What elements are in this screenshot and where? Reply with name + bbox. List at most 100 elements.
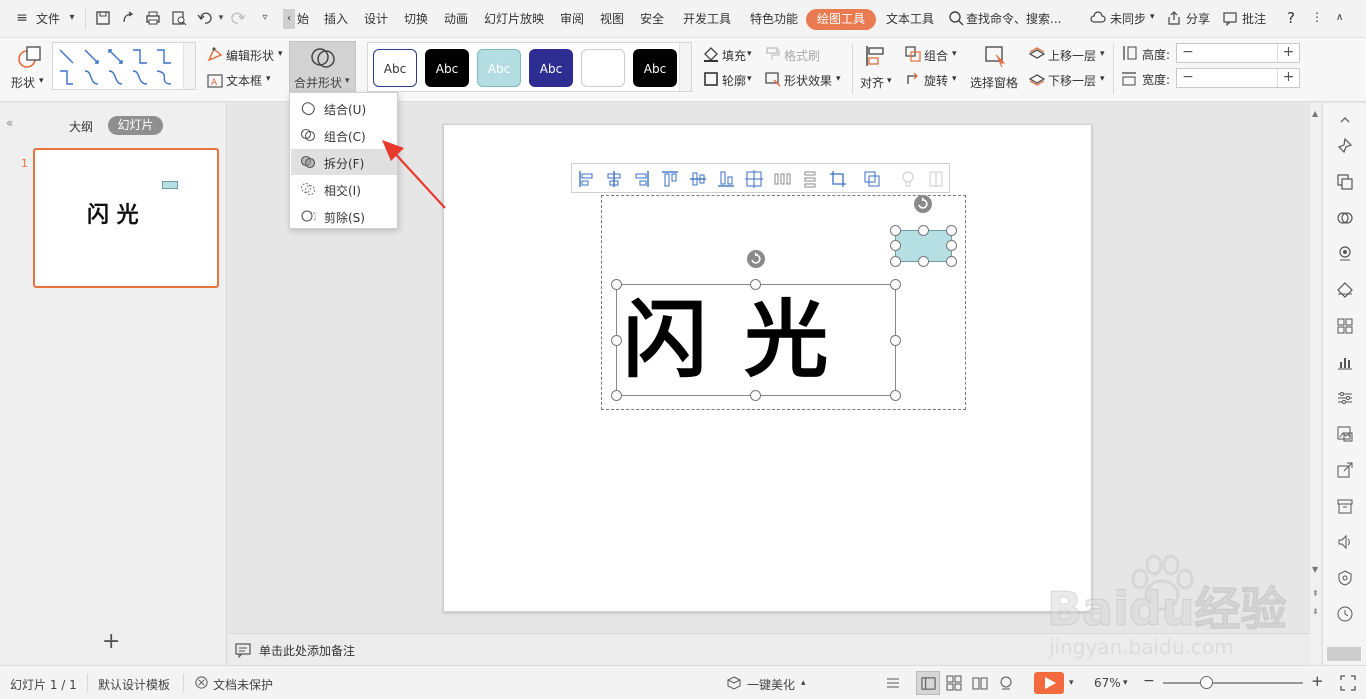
strip-collapse-icon[interactable] [1327, 647, 1361, 661]
tab-insert[interactable]: 插入 [324, 10, 348, 27]
height-increase-button[interactable]: + [1277, 44, 1299, 62]
group-icon[interactable] [904, 45, 922, 63]
textbox-dropdown-icon[interactable]: ▾ [266, 74, 271, 84]
tab-text-tools[interactable]: 文本工具 [886, 10, 934, 27]
title-textbox[interactable]: 闪 光 [616, 284, 896, 396]
distribute-horizontal-icon[interactable] [773, 170, 791, 188]
align-center-icon[interactable] [605, 170, 623, 188]
grid-icon[interactable] [1336, 317, 1354, 335]
rect-handle-n[interactable] [918, 225, 929, 236]
print-preview-icon[interactable] [171, 10, 187, 26]
file-menu[interactable]: 文件 [36, 10, 60, 27]
zoom-in-button[interactable]: + [1311, 672, 1324, 690]
add-slide-button[interactable]: + [102, 631, 120, 653]
tab-slides[interactable]: 幻灯片 [108, 116, 163, 135]
edit-shape-dropdown-icon[interactable]: ▾ [278, 49, 283, 59]
align-left-icon[interactable] [578, 170, 596, 188]
edit-shape-button[interactable]: 编辑形状 [226, 47, 274, 64]
chart-icon[interactable] [1336, 353, 1354, 371]
zoom-dropdown-icon[interactable]: ▾ [1123, 678, 1128, 688]
shield-icon[interactable] [1336, 569, 1354, 587]
bring-forward-button[interactable]: 上移一层 [1048, 47, 1096, 64]
outline-button[interactable]: 轮廓 [722, 72, 746, 89]
align-right-icon[interactable] [632, 170, 650, 188]
collapse-pane-icon[interactable]: « [6, 116, 13, 130]
rect-handle-s[interactable] [918, 256, 929, 267]
width-spinner[interactable]: − + [1176, 68, 1300, 88]
tab-outline[interactable]: 大纲 [69, 118, 93, 135]
undo-dropdown-icon[interactable]: ▾ [213, 10, 229, 26]
chevron-down-icon[interactable]: ▾ [64, 10, 80, 26]
textbox-icon[interactable]: A [206, 72, 224, 90]
undo-icon[interactable] [197, 10, 213, 26]
share-icon[interactable] [1166, 10, 1182, 26]
selection-pane-button[interactable]: 选择窗格 [970, 74, 1018, 91]
edit-shape-icon[interactable] [206, 46, 224, 64]
customize-icon[interactable]: ▿ [257, 10, 273, 26]
history-icon[interactable] [1336, 605, 1354, 623]
tab-review[interactable]: 审阅 [560, 10, 584, 27]
outline-icon[interactable] [702, 70, 720, 88]
zoom-slider[interactable] [1163, 682, 1303, 684]
settings-sliders-icon[interactable] [1336, 389, 1354, 407]
zoom-level[interactable]: 67% [1094, 676, 1121, 690]
zoom-slider-thumb[interactable] [1200, 676, 1213, 689]
archive-icon[interactable] [1336, 497, 1354, 515]
style-swatch-5[interactable] [581, 49, 625, 87]
notes-placeholder[interactable]: 单击此处添加备注 [259, 642, 355, 659]
align-dropdown-icon[interactable]: ▾ [887, 76, 892, 86]
shape-effects-button[interactable]: 形状效果 [784, 72, 832, 89]
width-increase-button[interactable]: + [1277, 69, 1299, 87]
tab-animations[interactable]: 动画 [444, 10, 468, 27]
shape-effects-dropdown-icon[interactable]: ▾ [836, 74, 841, 84]
resize-handle-sw[interactable] [611, 390, 622, 401]
tab-security[interactable]: 安全 [640, 10, 664, 27]
comment-icon[interactable] [1222, 10, 1238, 26]
tab-design[interactable]: 设计 [364, 10, 388, 27]
resize-handle-nw[interactable] [611, 279, 622, 290]
height-spinner[interactable]: − + [1176, 43, 1300, 63]
resize-handle-se[interactable] [890, 390, 901, 401]
line-shape-gallery[interactable] [52, 42, 196, 90]
cloud-sync-icon[interactable] [1090, 10, 1106, 26]
share-button[interactable]: 分享 [1186, 10, 1210, 27]
search-icon[interactable] [948, 10, 964, 26]
scroll-up-icon[interactable]: ▲ [1312, 109, 1318, 118]
style-swatch-3[interactable]: Abc [477, 49, 521, 87]
normal-view-button[interactable] [916, 671, 940, 695]
tab-slideshow[interactable]: 幻灯片放映 [484, 10, 544, 27]
beautify-dropdown-icon[interactable]: ▴ [801, 678, 806, 688]
align-top-icon[interactable] [661, 170, 679, 188]
rotate-dropdown-icon[interactable]: ▾ [952, 74, 957, 84]
fit-window-icon[interactable] [1340, 675, 1356, 691]
hamburger-icon[interactable]: ≡ [14, 10, 30, 26]
height-decrease-button[interactable]: − [1177, 44, 1199, 62]
menu-item-union[interactable]: 结合(U) [291, 95, 397, 121]
shape-label[interactable]: 形状 [11, 74, 35, 91]
location-icon[interactable] [1336, 245, 1354, 263]
rotate-button[interactable]: 旋转 [924, 72, 948, 89]
shape-icon[interactable] [17, 44, 43, 70]
play-slideshow-button[interactable] [1034, 672, 1064, 694]
help-button[interactable]: ? [1287, 9, 1295, 27]
merge-shapes-button[interactable]: 合并形状 ▾ [289, 41, 356, 93]
rect-handle-ne[interactable] [946, 225, 957, 236]
distribute-vertical-icon[interactable] [801, 170, 819, 188]
play-dropdown-icon[interactable]: ▾ [1069, 678, 1074, 688]
reading-view-icon[interactable] [972, 675, 988, 691]
resize-handle-ne[interactable] [890, 279, 901, 290]
rect-handle-se[interactable] [946, 256, 957, 267]
group-button[interactable]: 组合 [924, 47, 948, 64]
tab-special[interactable]: 特色功能 [750, 10, 798, 27]
tab-view[interactable]: 视图 [600, 10, 624, 27]
style-gallery-scroll[interactable] [679, 43, 691, 91]
align-icon[interactable] [864, 44, 888, 68]
speaker-icon[interactable] [1336, 533, 1354, 551]
slide-title-text[interactable]: 闪 光 [623, 285, 832, 395]
comment-button[interactable]: 批注 [1242, 10, 1266, 27]
scroll-down-icon[interactable]: ▼ [1312, 565, 1318, 574]
tab-developer[interactable]: 开发工具 [683, 10, 731, 27]
bring-forward-dropdown-icon[interactable]: ▾ [1100, 49, 1105, 59]
template-name[interactable]: 默认设计模板 [98, 676, 170, 693]
align-button[interactable]: 对齐 [860, 74, 884, 91]
